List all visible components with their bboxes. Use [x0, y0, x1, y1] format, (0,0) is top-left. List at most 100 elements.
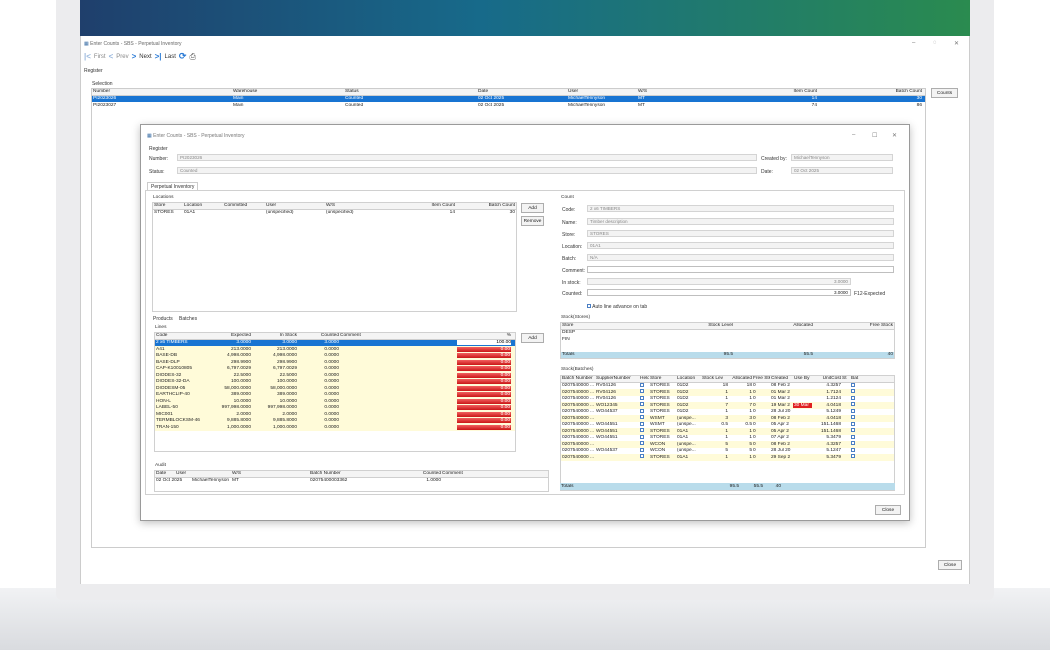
dialog-close-button[interactable]: Close	[875, 505, 901, 515]
table-row[interactable]: DIODES-32 22.5000 22.5000 0.0000 0.00	[155, 372, 515, 379]
held-checkbox[interactable]	[639, 441, 649, 447]
checkbox-icon[interactable]	[640, 441, 644, 446]
bat-checkbox[interactable]	[850, 382, 862, 389]
prev-button[interactable]: Prev	[116, 54, 128, 60]
outer-register-tab[interactable]: Register	[84, 68, 103, 74]
checkbox-icon[interactable]	[640, 447, 644, 452]
checkbox-icon[interactable]	[640, 395, 644, 400]
checkbox-icon[interactable]	[587, 304, 591, 308]
bat-checkbox[interactable]	[850, 402, 862, 408]
last-button[interactable]: Last	[165, 54, 176, 60]
checkbox-icon[interactable]	[640, 421, 644, 426]
checkbox-icon[interactable]	[640, 454, 644, 459]
bat-checkbox[interactable]	[850, 428, 862, 434]
held-checkbox[interactable]	[639, 434, 649, 441]
checkbox-icon[interactable]	[851, 447, 855, 452]
tab-products[interactable]: Products	[153, 316, 173, 322]
table-row[interactable]: TRAN-150 1,000.0000 1,000.0000 0.0000 0.00	[155, 424, 515, 431]
held-checkbox[interactable]	[639, 395, 649, 402]
bat-checkbox[interactable]	[850, 415, 862, 421]
held-checkbox[interactable]	[639, 421, 649, 428]
held-checkbox[interactable]	[639, 402, 649, 408]
held-checkbox[interactable]	[639, 389, 649, 395]
counts-button[interactable]: Counts	[931, 88, 958, 98]
first-button[interactable]: First	[94, 54, 106, 60]
table-row[interactable]: PI2023026 Main Counted 02 Oct 2025 Micha…	[92, 95, 925, 102]
checkbox-icon[interactable]	[640, 402, 644, 407]
prev-icon[interactable]: <	[109, 52, 114, 61]
number-field[interactable]: PI2023026	[177, 154, 757, 161]
table-row[interactable]: TERMBLOCKSM-46 9,885.8000 9,885.8000 0.0000…	[155, 417, 515, 424]
tab-batches[interactable]: Batches	[179, 316, 197, 322]
instock-field[interactable]: 3.0000	[587, 278, 851, 285]
checkbox-icon[interactable]	[851, 402, 855, 407]
bat-checkbox[interactable]	[850, 454, 862, 460]
checkbox-icon[interactable]	[640, 382, 644, 387]
batch-field[interactable]: N/A	[587, 254, 894, 261]
checkbox-icon[interactable]	[640, 434, 644, 439]
code-field[interactable]: 2 x6 TIMBERS	[587, 205, 894, 212]
comment-input[interactable]	[587, 266, 894, 273]
location-field[interactable]: 01A1	[587, 242, 894, 249]
checkbox-icon[interactable]	[851, 441, 855, 446]
checkbox-icon[interactable]	[851, 389, 855, 394]
table-row[interactable]: MIC001 2.0000 2.0000 0.0000 0.00	[155, 411, 515, 418]
name-field[interactable]: Timber description	[587, 218, 894, 225]
held-checkbox[interactable]	[639, 382, 649, 389]
table-row[interactable]: PI2023027 Main Counted 02 Oct 2025 Micha…	[92, 102, 925, 109]
table-row[interactable]: EARTHCLIP-40 389.0000 389.0000 0.0000 0.00	[155, 391, 515, 398]
bat-checkbox[interactable]	[850, 447, 862, 454]
checkbox-icon[interactable]	[640, 415, 644, 420]
checkbox-icon[interactable]	[640, 428, 644, 433]
table-row[interactable]: STORES 01A1 (unspecified) (unspecified) …	[153, 210, 516, 217]
table-row[interactable]: 0207540000 ... STORES 01A1 1 1 0 29 Sep 2 5.347…	[561, 454, 894, 461]
counted-input[interactable]: 3.0000	[587, 289, 851, 296]
outer-close-button[interactable]: Close	[938, 560, 962, 570]
checkbox-icon[interactable]	[851, 382, 855, 387]
bat-checkbox[interactable]	[850, 441, 862, 447]
table-row[interactable]: 2 x6 TIMBERS 3.0000 3.0000 3.0000 100.00	[155, 339, 515, 346]
table-row[interactable]: BASE-DB 4,998.0000 4,998.0000 0.0000 0.00	[155, 352, 515, 359]
dialog-maximize-icon[interactable]: ☐	[872, 132, 877, 139]
held-checkbox[interactable]	[639, 428, 649, 434]
auto-advance-checkbox[interactable]: Auto line advance on tab	[587, 304, 647, 310]
bat-checkbox[interactable]	[850, 389, 862, 395]
print-icon[interactable]: ⎙	[189, 52, 195, 62]
table-row[interactable]: HON-L 10.0000 10.0000 0.0000 0.00	[155, 398, 515, 405]
minimize-icon[interactable]: –	[912, 40, 915, 46]
bat-checkbox[interactable]	[850, 395, 862, 402]
bat-checkbox[interactable]	[850, 408, 862, 415]
table-row[interactable]: CAP-K10010805 6,797.0029 6,797.0029 0.0000 0…	[155, 365, 515, 372]
locations-remove-button[interactable]: Remove	[521, 216, 544, 226]
status-field[interactable]: Counted	[177, 167, 757, 174]
lines-add-button[interactable]: Add	[521, 333, 544, 343]
store-field[interactable]: STORES	[587, 230, 894, 237]
next-icon[interactable]: >	[132, 52, 137, 61]
refresh-icon[interactable]: ⟳	[179, 51, 187, 62]
table-row[interactable]: DIODESM-05 58,000.0000 58,000.0000 0.0000 0.…	[155, 385, 515, 392]
checkbox-icon[interactable]	[640, 408, 644, 413]
locations-add-button[interactable]: Add	[521, 203, 544, 213]
checkbox-icon[interactable]	[851, 408, 855, 413]
table-row[interactable]: A41 213.0000 213.0000 0.0000 0.00	[155, 346, 515, 353]
table-row[interactable]: DIODES-32-DA 100.0000 100.0000 0.0000 0.00	[155, 378, 515, 385]
bat-checkbox[interactable]	[850, 434, 862, 441]
date-field[interactable]: 02 Oct 2025	[791, 167, 893, 174]
checkbox-icon[interactable]	[851, 454, 855, 459]
last-icon[interactable]: >|	[155, 52, 162, 61]
maximize-icon[interactable]: ◌	[933, 40, 937, 46]
checkbox-icon[interactable]	[851, 395, 855, 400]
held-checkbox[interactable]	[639, 408, 649, 415]
table-row[interactable]: 02 Oct 2025 MichaelTennyson MT 020754000…	[155, 478, 548, 485]
dialog-close-icon[interactable]: ✕	[892, 132, 897, 139]
table-row[interactable]: BASE-DLP 298.9900 298.9900 0.0000 0.00	[155, 359, 515, 366]
held-checkbox[interactable]	[639, 454, 649, 460]
checkbox-icon[interactable]	[640, 389, 644, 394]
first-icon[interactable]: |<	[84, 52, 91, 61]
bat-checkbox[interactable]	[850, 421, 862, 428]
checkbox-icon[interactable]	[851, 415, 855, 420]
dialog-minimize-icon[interactable]: –	[852, 132, 855, 138]
close-icon[interactable]: ✕	[954, 40, 959, 47]
held-checkbox[interactable]	[639, 447, 649, 454]
next-button[interactable]: Next	[139, 54, 151, 60]
